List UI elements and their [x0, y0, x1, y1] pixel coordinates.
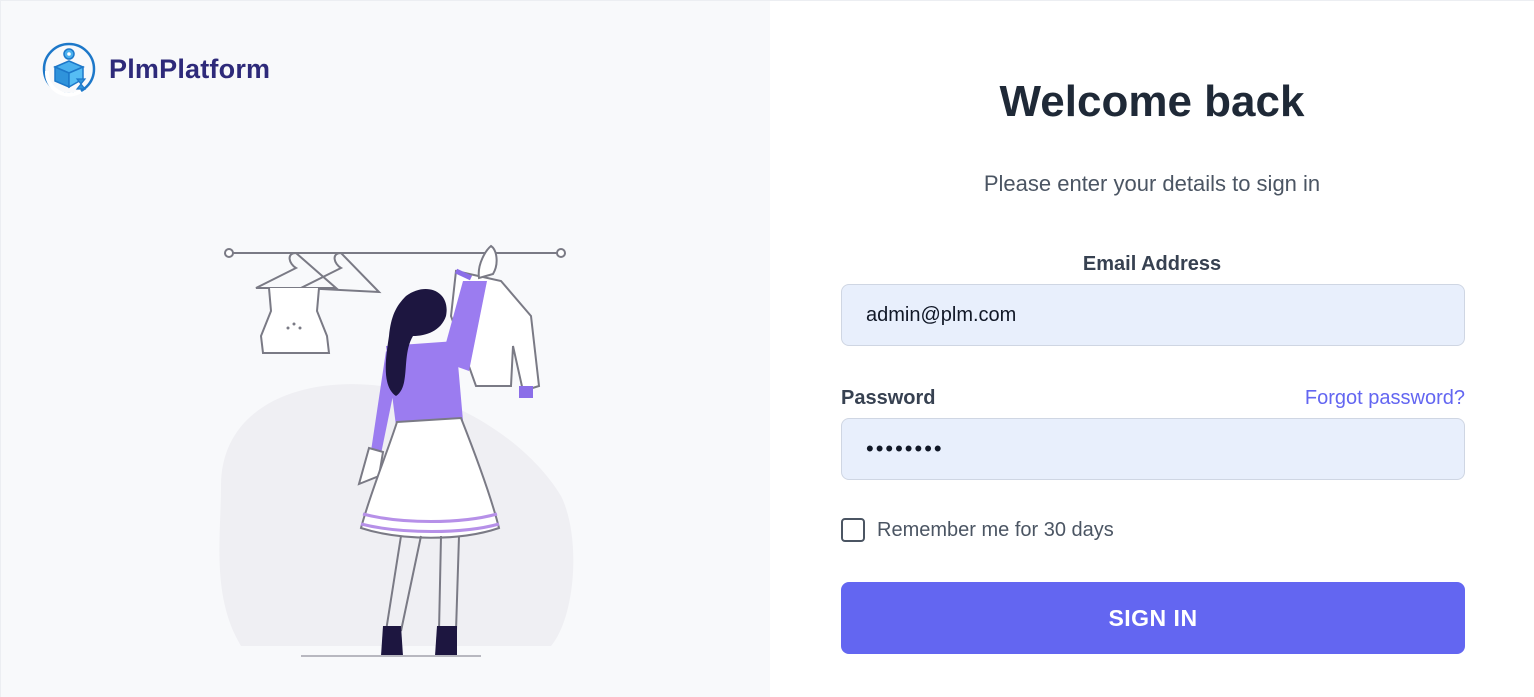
page-title: Welcome back: [999, 77, 1305, 126]
illustration-panel: PlmPlatform: [0, 0, 770, 697]
page-subtitle: Please enter your details to sign in: [983, 171, 1321, 196]
forgot-password-link[interactable]: Forgot password?: [1305, 387, 1465, 410]
remember-me-label: Remember me for 30 days: [877, 518, 1114, 541]
email-field[interactable]: [841, 284, 1465, 346]
brand-name: PlmPlatform: [109, 53, 271, 84]
remember-me[interactable]: Remember me for 30 days: [841, 518, 1114, 542]
password-field[interactable]: [841, 418, 1465, 480]
remember-me-checkbox[interactable]: [841, 518, 865, 542]
login-page: PlmPlatform Welcome back Please enter yo…: [0, 0, 1534, 697]
box-gear-hourglass-logo-icon: [42, 42, 96, 97]
login-form-panel: Welcome back Please enter your details t…: [770, 0, 1534, 697]
email-label: Email Address: [1082, 253, 1222, 275]
password-label: Password: [841, 387, 936, 409]
sign-in-button[interactable]: SIGN IN: [841, 582, 1465, 654]
brand[interactable]: PlmPlatform: [41, 41, 270, 97]
woman-clothes-rack-illustration-icon: [219, 244, 574, 657]
